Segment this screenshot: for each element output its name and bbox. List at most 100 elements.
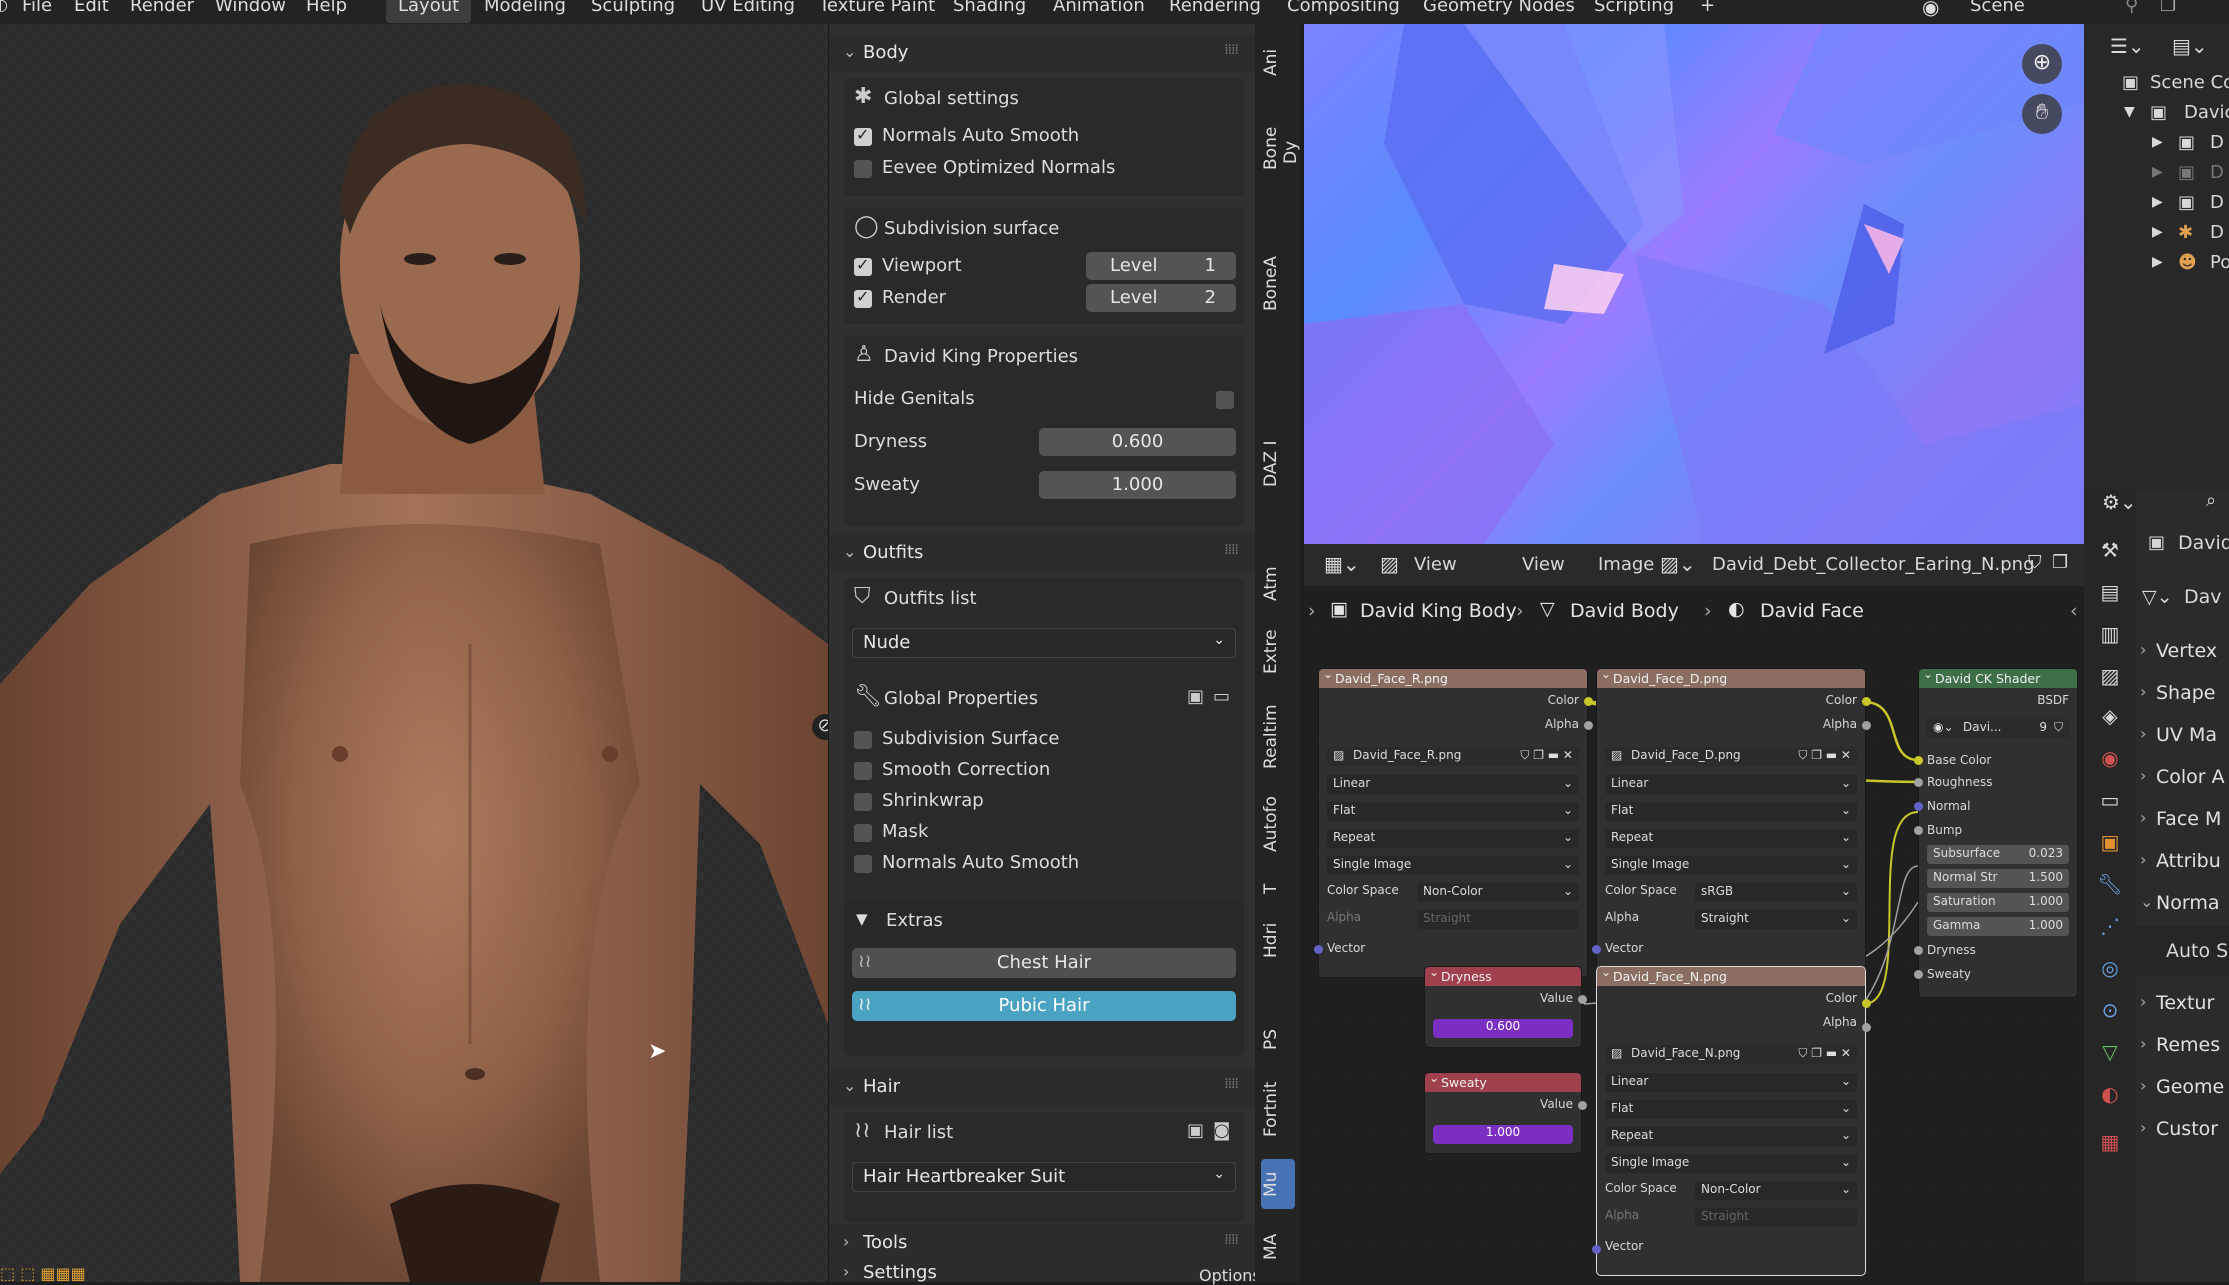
panel-color-attributes[interactable]: › Color A — [2140, 766, 2225, 788]
hair-section-header[interactable]: ⌄ Hair ⁞⁞⁞⁞ — [829, 1068, 1256, 1106]
view-mode-dropdown[interactable]: View — [1414, 554, 1457, 575]
triangle-right-icon[interactable]: ▶ — [2152, 134, 2163, 150]
tab-shading[interactable]: Shading — [941, 0, 1038, 23]
auto-smooth-label[interactable]: Auto Sm — [2166, 940, 2229, 962]
drag-handle-icon[interactable]: ⁞⁞⁞⁞ — [1224, 542, 1239, 558]
shader-node-editor[interactable]: › ▣ David King Body › ▽ David Body › ◐ D… — [1304, 586, 2084, 1282]
tab-texture-paint[interactable]: Texture Paint — [807, 0, 947, 23]
fake-user-shield-icon[interactable]: ⛉ — [2028, 552, 2042, 573]
socket-roughness-in[interactable] — [1914, 778, 1923, 787]
monitor-icon[interactable]: ▣ — [1187, 686, 1204, 707]
source-dropdown[interactable]: Single Image ⌄ — [1605, 1154, 1857, 1173]
socket-alpha-out[interactable] — [1862, 721, 1871, 730]
outliner-item[interactable]: Davic — [2184, 102, 2229, 123]
socket-vector-in[interactable] — [1314, 945, 1323, 954]
menu-edit[interactable]: Edit — [74, 0, 109, 16]
socket-color-out[interactable] — [1862, 697, 1871, 706]
triangle-right-icon[interactable]: ▶ — [2152, 164, 2163, 180]
alpha-mode-dropdown[interactable]: Straight ⌄ — [1695, 910, 1857, 929]
saturation-field[interactable]: Saturation 1.000 — [1927, 893, 2069, 912]
menu-image[interactable]: Image — [1598, 554, 1654, 575]
world-icon[interactable]: ◉ — [2096, 746, 2124, 770]
pan-hand-icon[interactable]: ✋︎ — [2022, 94, 2062, 134]
gamma-field[interactable]: Gamma 1.000 — [1927, 917, 2069, 936]
socket-normal-in[interactable] — [1914, 802, 1923, 811]
mesh-data-icon[interactable]: ▽⌄ — [2142, 586, 2173, 608]
menu-file[interactable]: File — [22, 0, 52, 16]
scene-icon[interactable]: ◈ — [2096, 704, 2124, 728]
tab-ps[interactable]: PS — [1261, 1014, 1295, 1064]
panel-texture-space[interactable]: › Textur — [2140, 992, 2214, 1014]
particles-icon[interactable]: ⋰ — [2096, 914, 2124, 938]
dryness-field[interactable]: 0.600 — [1039, 428, 1236, 456]
tab-daz-i[interactable]: DAZ I — [1261, 429, 1295, 499]
tab-t[interactable]: T — [1261, 869, 1295, 909]
render-level-field[interactable]: Level 2 — [1086, 284, 1236, 312]
collection-icon[interactable]: ▭ — [2096, 788, 2124, 812]
settings-section-header[interactable]: › Settings — [829, 1254, 1256, 1282]
extension-dropdown[interactable]: Repeat ⌄ — [1605, 829, 1857, 848]
outliner-scene-collection[interactable]: Scene Co — [2150, 72, 2229, 93]
mesh-name[interactable]: Dav — [2184, 586, 2222, 608]
socket-dryness-in[interactable] — [1914, 946, 1923, 955]
socket-alpha-out[interactable] — [1862, 1023, 1871, 1032]
value-node-sweaty[interactable]: Sweaty Value 1.000 — [1424, 1072, 1582, 1154]
outliner-item[interactable]: D — [2210, 192, 2224, 213]
menu-render[interactable]: Render — [130, 0, 194, 16]
menu-window[interactable]: Window — [215, 0, 286, 16]
image-browse-icon[interactable]: ▨⌄ — [1660, 552, 1696, 576]
options-dropdown[interactable]: Options — [1199, 1266, 1261, 1285]
display-icon[interactable]: ▭ — [1213, 686, 1230, 707]
monitor-icon[interactable]: ▣ — [1187, 1120, 1204, 1141]
render-subdiv-checkbox[interactable] — [854, 287, 872, 308]
tab-sculpting[interactable]: Sculpting — [579, 0, 687, 23]
search-icon[interactable]: ⌕ — [2206, 490, 2216, 511]
socket-color-out[interactable] — [1862, 999, 1871, 1008]
interpolation-dropdown[interactable]: Linear ⌄ — [1327, 775, 1579, 794]
outliner-item[interactable]: D — [2210, 222, 2224, 243]
tab-extre[interactable]: Extre — [1261, 614, 1295, 689]
select-box-icon[interactable]: ⬚ ⬚ ▦▦▦ — [0, 1264, 86, 1282]
zoom-icon[interactable]: ⊕ — [2022, 44, 2062, 84]
properties-editor-icon[interactable]: ⚙⌄ — [2102, 490, 2137, 514]
tab-bone-dy[interactable]: Bone Dy — [1261, 127, 1301, 170]
triangle-right-icon[interactable]: ▶ — [2152, 254, 2163, 270]
scene-name[interactable]: Scene — [1970, 0, 2025, 16]
outliner-item[interactable]: D — [2210, 132, 2224, 153]
drag-handle-icon[interactable]: ⁞⁞⁞⁞ — [1224, 42, 1239, 58]
object-icon[interactable]: ▣ — [2096, 830, 2124, 854]
menu-view[interactable]: View — [1522, 554, 1565, 575]
tab-realtim[interactable]: Realtim — [1261, 692, 1295, 782]
image-select-field[interactable]: ▨ David_Face_N.png ⛉ ❐ ▬ ✕ — [1605, 1045, 1857, 1064]
triangle-down-icon[interactable]: ▼ — [2124, 104, 2135, 120]
chest-hair-button[interactable]: ≀≀ Chest Hair — [852, 948, 1236, 978]
panel-geometry-data[interactable]: › Geome — [2140, 1076, 2224, 1098]
outfits-section-header[interactable]: ⌄ Outfits ⁞⁞⁞⁞ — [829, 534, 1256, 572]
viewport-level-field[interactable]: Level 1 — [1086, 252, 1236, 280]
value-node-dryness[interactable]: Dryness Value 0.600 — [1424, 966, 1582, 1048]
drag-handle-icon[interactable]: ⁞⁞⁞⁞ — [1224, 1232, 1239, 1248]
tab-mu[interactable]: Mu — [1261, 1159, 1295, 1209]
image-texture-node-face-d[interactable]: David_Face_D.png Color Alpha ▨ David_Fac… — [1596, 668, 1866, 978]
sweaty-value-field[interactable]: 1.000 — [1433, 1125, 1573, 1144]
socket-alpha-out[interactable] — [1584, 721, 1593, 730]
panel-uv-maps[interactable]: › UV Ma — [2140, 724, 2217, 746]
panel-attributes[interactable]: › Attribu — [2140, 850, 2221, 872]
mesh-data-icon[interactable]: ▽ — [2096, 1040, 2124, 1064]
socket-value-out[interactable] — [1578, 995, 1587, 1004]
menu-help[interactable]: Help — [306, 0, 347, 16]
projection-dropdown[interactable]: Flat ⌄ — [1327, 802, 1579, 821]
blender-logo-icon[interactable]: ◐ — [0, 0, 8, 14]
group-node-david-ck-shader[interactable]: David CK Shader BSDF ◉⌄ Davi... 9 ⛉ Base… — [1918, 668, 2078, 998]
panel-remesh[interactable]: › Remes — [2140, 1034, 2220, 1056]
normals-auto-smooth-checkbox[interactable] — [854, 125, 872, 146]
tab-layout[interactable]: Layout — [386, 0, 472, 23]
new-image-icon[interactable]: ❐ — [2052, 552, 2068, 573]
modifier-wrench-icon[interactable]: 🔧︎ — [2096, 872, 2124, 896]
hide-genitals-checkbox[interactable] — [1216, 391, 1234, 409]
filter-icon[interactable]: ▤⌄ — [2172, 34, 2208, 58]
socket-bump-in[interactable] — [1914, 826, 1923, 835]
eevee-optimized-normals-checkbox[interactable] — [854, 160, 872, 178]
material-icon[interactable]: ◐ — [2096, 1082, 2124, 1106]
normal-strength-field[interactable]: Normal Str 1.500 — [1927, 869, 2069, 888]
